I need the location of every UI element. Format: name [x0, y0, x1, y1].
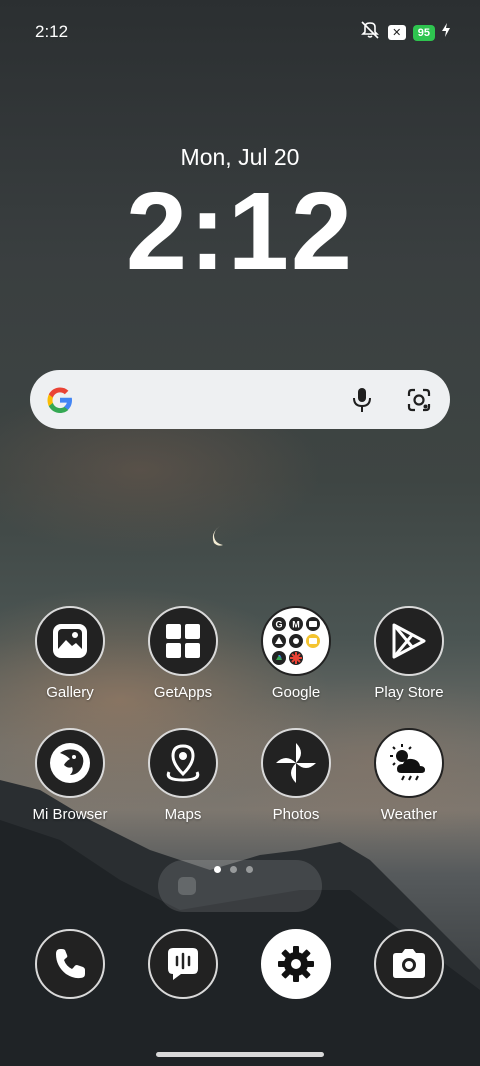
settings-icon[interactable]: [261, 929, 331, 999]
play-store-icon[interactable]: [374, 606, 444, 676]
page-dot[interactable]: [246, 866, 253, 873]
camera-icon[interactable]: [374, 929, 444, 999]
app-label: Play Store: [374, 684, 444, 701]
app-label: Maps: [164, 806, 202, 823]
page-dot[interactable]: [230, 866, 237, 873]
app-getapps[interactable]: GetApps: [133, 606, 233, 701]
page-dot[interactable]: [214, 866, 221, 873]
browser-icon[interactable]: [35, 728, 105, 798]
dock-phone[interactable]: [20, 929, 120, 999]
getapps-icon[interactable]: [148, 606, 218, 676]
google-folder-icon[interactable]: G M: [261, 606, 331, 676]
app-label: Weather: [380, 806, 438, 823]
status-time: 2:12: [35, 22, 69, 41]
gallery-icon[interactable]: [35, 606, 105, 676]
app-mi-browser[interactable]: Mi Browser: [20, 728, 120, 823]
app-label: Mi Browser: [32, 806, 108, 823]
app-google-folder[interactable]: G M Google: [246, 606, 346, 701]
widget-app-icon: [178, 877, 196, 895]
dock-messages[interactable]: [133, 929, 233, 999]
app-label: Gallery: [46, 684, 94, 701]
app-weather[interactable]: Weather: [359, 728, 459, 823]
battery-level: 95: [412, 24, 435, 41]
voice-search-icon[interactable]: [351, 387, 373, 418]
svg-text:G: G: [275, 620, 282, 630]
gesture-navigation-bar[interactable]: [156, 1052, 324, 1057]
app-label: GetApps: [153, 684, 213, 701]
google-search-bar[interactable]: [30, 370, 450, 429]
google-lens-icon[interactable]: [406, 387, 432, 418]
app-label: Google: [271, 684, 321, 701]
moon-icon: [212, 526, 223, 546]
lock-clock[interactable]: 2:12: [0, 172, 480, 292]
status-bar: 2:12 ✕ 95: [0, 0, 480, 62]
dock-settings[interactable]: [246, 929, 346, 999]
svg-text:M: M: [292, 620, 300, 630]
dock-camera[interactable]: [359, 929, 459, 999]
app-maps[interactable]: Maps: [133, 728, 233, 823]
weather-icon[interactable]: [374, 728, 444, 798]
app-label: Photos: [272, 806, 320, 823]
messages-icon[interactable]: [148, 929, 218, 999]
photos-icon[interactable]: [261, 728, 331, 798]
phone-icon[interactable]: [35, 929, 105, 999]
page-indicator[interactable]: [214, 866, 253, 873]
maps-icon[interactable]: [148, 728, 218, 798]
app-gallery[interactable]: Gallery: [20, 606, 120, 701]
silent-mode-icon: [359, 21, 381, 44]
charging-icon: [442, 23, 450, 42]
notification-x-icon: ✕: [387, 25, 406, 40]
lock-date[interactable]: Mon, Jul 20: [0, 144, 480, 171]
app-play-store[interactable]: Play Store: [359, 606, 459, 701]
google-g-icon[interactable]: [42, 382, 78, 423]
app-photos[interactable]: Photos: [246, 728, 346, 823]
